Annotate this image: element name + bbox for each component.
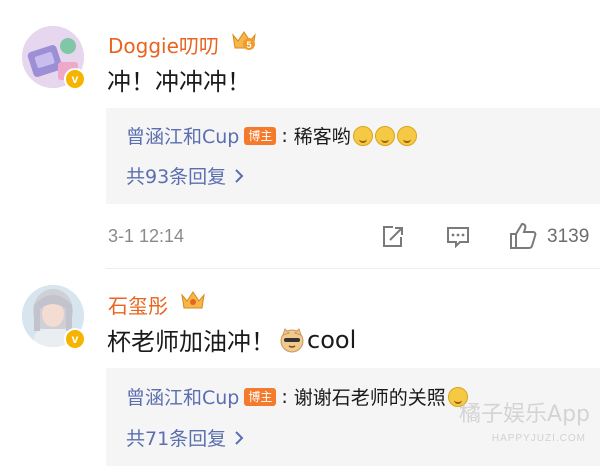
watermark: 橘子娱乐App [459,402,590,427]
more-replies-label: 共71条回复 [126,428,227,450]
like-count: 3139 [547,226,590,247]
laughing-emoji-icon [352,125,373,146]
crown-level-icon: 5 [232,31,256,50]
reply-box[interactable]: 曾涵江和Cup 博主 : 稀客哟 共93条回复 [106,108,600,204]
comment-text: 杯老师加油冲！ cool [107,322,356,357]
cool-cat-emoji-icon [280,327,304,352]
reply-text: 谢谢石老师的关照 [293,387,446,409]
chevron-right-icon [234,166,244,188]
more-replies-link[interactable]: 共71条回复 [126,424,244,451]
reply-text: 稀客哟 [293,126,351,148]
crown-level: 5 [246,40,251,50]
crown-icon [181,291,205,309]
username[interactable]: Doggie叨叨 [108,30,219,59]
comment-icon[interactable] [445,224,471,250]
more-replies-link[interactable]: 共93条回复 [126,162,244,189]
comment-text-part: cool [307,325,357,354]
blogger-tag: 博主 [244,387,277,406]
more-replies-label: 共93条回复 [126,166,227,188]
blogger-tag: 博主 [244,126,277,145]
watermark-url: HAPPYJUZI.COM [491,433,586,444]
reply-preview: 曾涵江和Cup 博主 : 稀客哟 [126,122,417,149]
share-icon[interactable] [380,224,406,250]
reply-username[interactable]: 曾涵江和Cup [126,383,239,410]
chevron-right-icon [234,428,244,450]
reply-username[interactable]: 曾涵江和Cup [126,122,239,149]
verified-badge-icon: v [64,68,86,90]
comment-text: 冲！冲冲冲！ [107,68,251,96]
username[interactable]: 石玺彤 [108,290,168,319]
reply-separator: : [281,385,288,408]
divider [106,268,600,269]
reply-preview: 曾涵江和Cup 博主 : 谢谢石老师的关照 [126,383,468,410]
comment-text-part: 杯老师加油冲！ [107,328,275,356]
laughing-emoji-icon [374,125,395,146]
comment-timestamp: 3-1 12:14 [108,226,185,246]
reply-separator: : [281,124,288,147]
laughing-emoji-icon [396,125,417,146]
verified-badge-icon: v [64,328,86,350]
like-icon[interactable] [508,221,538,251]
